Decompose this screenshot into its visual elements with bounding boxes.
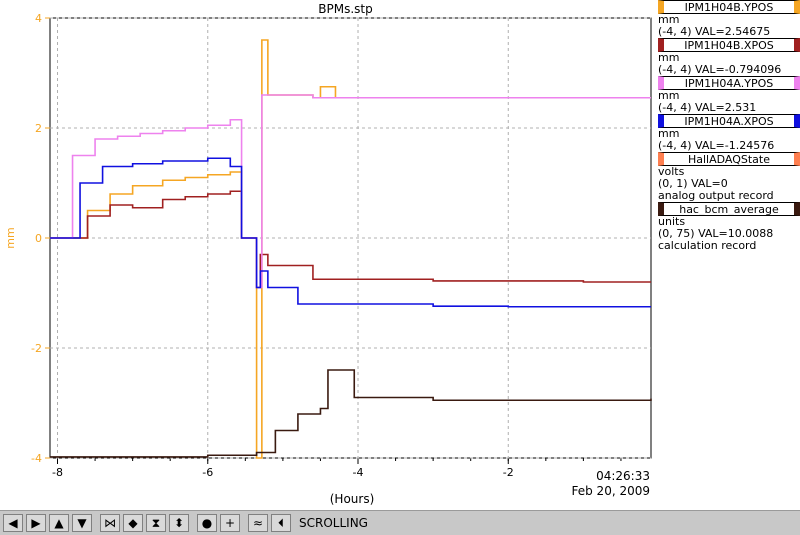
legend: IPM1H04B.YPOS mm (-4, 4) VAL=2.54675 IPM1H0… — [654, 0, 800, 252]
arrow-up-button[interactable]: ▲ — [49, 514, 69, 532]
legend-range-val: (-4, 4) VAL=2.531 — [658, 101, 757, 114]
legend-item[interactable]: HallADAQState volts (0, 1) VAL=0 analog out… — [654, 152, 800, 202]
arrow-up-icon: ▲ — [54, 516, 64, 530]
zoom-out-y-button[interactable]: ⬍ — [169, 514, 189, 532]
legend-series-name[interactable]: HallADAQState — [658, 152, 800, 166]
zoom-out-x-button[interactable]: ◆ — [123, 514, 143, 532]
y-tick-label: 2 — [35, 122, 42, 135]
arrow-right-icon: ▶ — [31, 516, 41, 530]
time-label: 04:26:33 — [596, 469, 650, 483]
scroll-button[interactable]: ⏴ — [271, 514, 291, 532]
legend-series-name[interactable]: IPM1H04B.YPOS — [658, 0, 800, 14]
add-button[interactable]: + — [220, 514, 240, 532]
legend-item[interactable]: IPM1H04B.XPOS mm (-4, 4) VAL=-0.794096 — [654, 38, 800, 76]
record-button[interactable]: ● — [197, 514, 217, 532]
legend-extra: analog output record — [658, 189, 774, 202]
x-tick-label: -6 — [202, 466, 213, 479]
zoom-in-x-icon: ⋈ — [104, 516, 116, 530]
graph-icon: ≈ — [252, 516, 264, 530]
x-tick-label: -8 — [52, 466, 63, 479]
add-icon: + — [224, 516, 236, 530]
legend-item[interactable]: IPM1H04A.XPOS mm (-4, 4) VAL=-1.24576 — [654, 114, 800, 152]
graph-button[interactable]: ≈ — [248, 514, 268, 532]
zoom-in-y-button[interactable]: ⧗ — [146, 514, 166, 532]
toolbar: ◀ ▶ ▲ ▼ ⋈ ◆ ⧗ ⬍ ● + ≈ ⏴ SCROLLING — [0, 510, 800, 535]
legend-item[interactable]: IPM1H04A.YPOS mm (-4, 4) VAL=2.531 — [654, 76, 800, 114]
y-axis-label: mm — [4, 227, 17, 248]
arrow-left-button[interactable]: ◀ — [3, 514, 23, 532]
zoom-out-y-icon: ⬍ — [173, 516, 185, 530]
arrow-down-icon: ▼ — [77, 516, 87, 530]
x-tick-label: -4 — [353, 466, 364, 479]
legend-item[interactable]: hac_bcm_average units (0, 75) VAL=10.0088 c… — [654, 202, 800, 252]
y-tick-label: 0 — [35, 232, 42, 245]
arrow-right-button[interactable]: ▶ — [26, 514, 46, 532]
legend-range-val: (-4, 4) VAL=-0.794096 — [658, 63, 782, 76]
arrow-left-icon: ◀ — [8, 516, 18, 530]
arrow-down-button[interactable]: ▼ — [72, 514, 92, 532]
legend-series-name[interactable]: IPM1H04A.XPOS — [658, 114, 800, 128]
zoom-in-x-button[interactable]: ⋈ — [100, 514, 120, 532]
legend-series-name[interactable]: IPM1H04A.YPOS — [658, 76, 800, 90]
zoom-out-x-icon: ◆ — [128, 516, 138, 530]
x-axis-label: (Hours) — [330, 492, 375, 506]
record-icon: ● — [201, 516, 213, 530]
date-label: Feb 20, 2009 — [572, 484, 651, 498]
legend-range-val: (-4, 4) VAL=2.54675 — [658, 25, 771, 38]
chart-title: BPMs.stp — [318, 2, 372, 16]
strip-chart[interactable]: -8 -6 -4 -2 -4 -2 0 2 4 BPMs.stp mm (Hours) 04:26:33… — [0, 0, 654, 510]
legend-series-name[interactable]: hac_bcm_average — [658, 202, 800, 216]
zoom-in-y-icon: ⧗ — [151, 515, 161, 530]
scrolling-status-label: SCROLLING — [299, 516, 368, 530]
legend-item[interactable]: IPM1H04B.YPOS mm (-4, 4) VAL=2.54675 — [654, 0, 800, 38]
y-tick-label: 4 — [35, 12, 42, 25]
legend-series-name[interactable]: IPM1H04B.XPOS — [658, 38, 800, 52]
x-tick-label: -2 — [503, 466, 514, 479]
scroll-icon: ⏴ — [277, 515, 284, 530]
y-tick-label: -4 — [31, 452, 42, 465]
legend-range-val: (-4, 4) VAL=-1.24576 — [658, 139, 775, 152]
y-tick-label: -2 — [31, 342, 42, 355]
legend-extra: calculation record — [658, 239, 757, 252]
